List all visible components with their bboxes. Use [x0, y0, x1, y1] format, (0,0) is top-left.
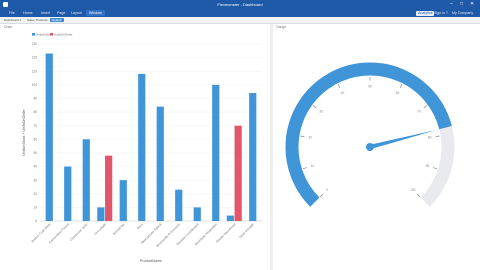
bar-units-in-stock	[82, 139, 90, 221]
gauge-tick	[433, 167, 438, 170]
gauge-value-arc	[285, 62, 452, 207]
y-tick-label: 10	[33, 205, 37, 209]
gauge-tick	[423, 105, 428, 109]
x-tick-label: Sirop d'érable	[238, 222, 255, 239]
bar-units-in-stock	[156, 106, 164, 221]
y-tick-label: 40	[33, 165, 37, 169]
bar-units-in-stock	[97, 207, 105, 221]
bar-units-in-stock	[212, 84, 220, 221]
y-tick-label: 130	[32, 42, 38, 46]
gauge-tick-label: 20	[308, 136, 312, 140]
legend-swatch	[32, 33, 35, 36]
x-tick-label: Gravad lax	[112, 222, 126, 236]
bar-units-on-order	[105, 155, 113, 221]
y-tick-label: 30	[33, 178, 37, 182]
y-tick-label: 60	[33, 137, 37, 141]
y-tick-label: 80	[33, 110, 37, 114]
gauge-tick-label: 100	[410, 188, 416, 192]
tab-layout[interactable]: Layout	[68, 10, 85, 16]
close-button[interactable]: ✕	[470, 1, 474, 8]
gauge-tick	[416, 193, 421, 198]
chart-panel: Chart UnitsInStock UnitsOnOrder 0 10 20 30 40 5…	[0, 24, 270, 270]
y-tick-label: 100	[32, 83, 38, 87]
tab-page[interactable]: Page	[54, 10, 68, 16]
company-menu[interactable]: My Company	[452, 11, 473, 16]
bar-units-in-stock	[226, 215, 234, 221]
y-tick-label: 0	[35, 219, 37, 223]
gauge-tick	[300, 135, 305, 137]
gauge-tick	[337, 84, 341, 88]
x-tick-label: Ikura	[136, 222, 144, 230]
gauge-tick	[312, 105, 317, 109]
y-tick-label: 70	[33, 124, 37, 128]
bar-units-in-stock	[175, 189, 183, 221]
toolbar-item-default[interactable]: Default	[50, 18, 64, 22]
legend-swatch	[50, 33, 53, 36]
gauge-panel: Gauge 0 10 20 30 40 50 60 70 80 90 100	[273, 24, 480, 270]
toolbar-item-dashboard[interactable]: Dashboard 1	[3, 18, 22, 22]
legend-label: UnitsOnOrder	[54, 33, 73, 37]
y-tick-label: 90	[33, 97, 37, 101]
y-tick-label: 120	[32, 56, 38, 60]
bar-chart: UnitsInStock UnitsOnOrder 0 10 20 30 40 50 60 70 8…	[22, 33, 262, 263]
y-axis-title: UnitsInStock + UnitsOnOrder	[22, 108, 26, 155]
bar-units-in-stock	[193, 207, 201, 221]
signin-link[interactable]: Sign in	[434, 11, 445, 16]
bar-units-in-stock	[64, 166, 72, 221]
y-tick-label: 50	[33, 151, 37, 155]
tab-home[interactable]: Home	[20, 10, 36, 16]
bar-units-in-stock	[45, 53, 53, 222]
gauge-tick-label: 60	[396, 91, 400, 95]
gauge-needle	[369, 129, 437, 150]
gauge-needle-hub	[366, 143, 374, 151]
window-title: Flexmonster - Dashboard	[217, 2, 263, 7]
toolbar-item-products[interactable]: Products	[35, 18, 49, 22]
gauge-tick-label: 30	[319, 110, 323, 114]
gauge-tick-label: 0	[326, 188, 328, 192]
gauge-tick	[435, 135, 440, 137]
search-pill[interactable]: Analytics	[416, 10, 435, 16]
gauge-tick-label: 80	[428, 136, 432, 140]
gauge-chart: 0 10 20 30 40 50 60 70 80 90 100	[285, 62, 455, 207]
tab-insert[interactable]: Insert	[38, 10, 53, 16]
x-tick-label: Chartreuse verte	[69, 222, 89, 242]
gauge-tick-label: 90	[426, 164, 430, 168]
gauge-tick	[302, 167, 307, 170]
y-tick-label: 110	[32, 69, 37, 73]
gauge-tick	[319, 193, 324, 198]
tab-window[interactable]: Window	[86, 10, 105, 16]
bar-units-in-stock	[138, 73, 146, 221]
x-tick-label: Chocolade	[93, 222, 107, 236]
title-bar: Flexmonster - Dashboard – □ ✕	[0, 0, 480, 9]
x-axis-title: ProductName	[140, 259, 162, 263]
x-tick-label: Rössle Sauerkraut	[215, 222, 236, 243]
x-tick-label: Camembert Pierrot	[48, 222, 70, 244]
toolbar: Dashboard 1 Sales Products Default	[0, 17, 480, 24]
y-tick-label: 20	[33, 192, 37, 196]
bar-units-on-order	[234, 125, 242, 221]
gauge-tick-label: 10	[311, 164, 315, 168]
bar-units-in-stock	[119, 180, 127, 221]
gauge-tick	[399, 84, 403, 88]
ribbon: File Home Insert Page Layout Window Anal…	[0, 9, 480, 17]
help-icon[interactable]: ?	[446, 11, 448, 16]
bar-units-in-stock	[249, 93, 257, 221]
tab-file[interactable]: File	[6, 10, 18, 16]
chart-legend: UnitsInStock UnitsOnOrder	[32, 33, 73, 37]
minimize-button[interactable]: –	[450, 1, 453, 8]
gauge-tick-label: 70	[417, 110, 421, 114]
maximize-button[interactable]: □	[460, 1, 463, 8]
gauge-tick-label: 40	[341, 91, 345, 95]
gauge-tick-label: 50	[368, 85, 372, 89]
